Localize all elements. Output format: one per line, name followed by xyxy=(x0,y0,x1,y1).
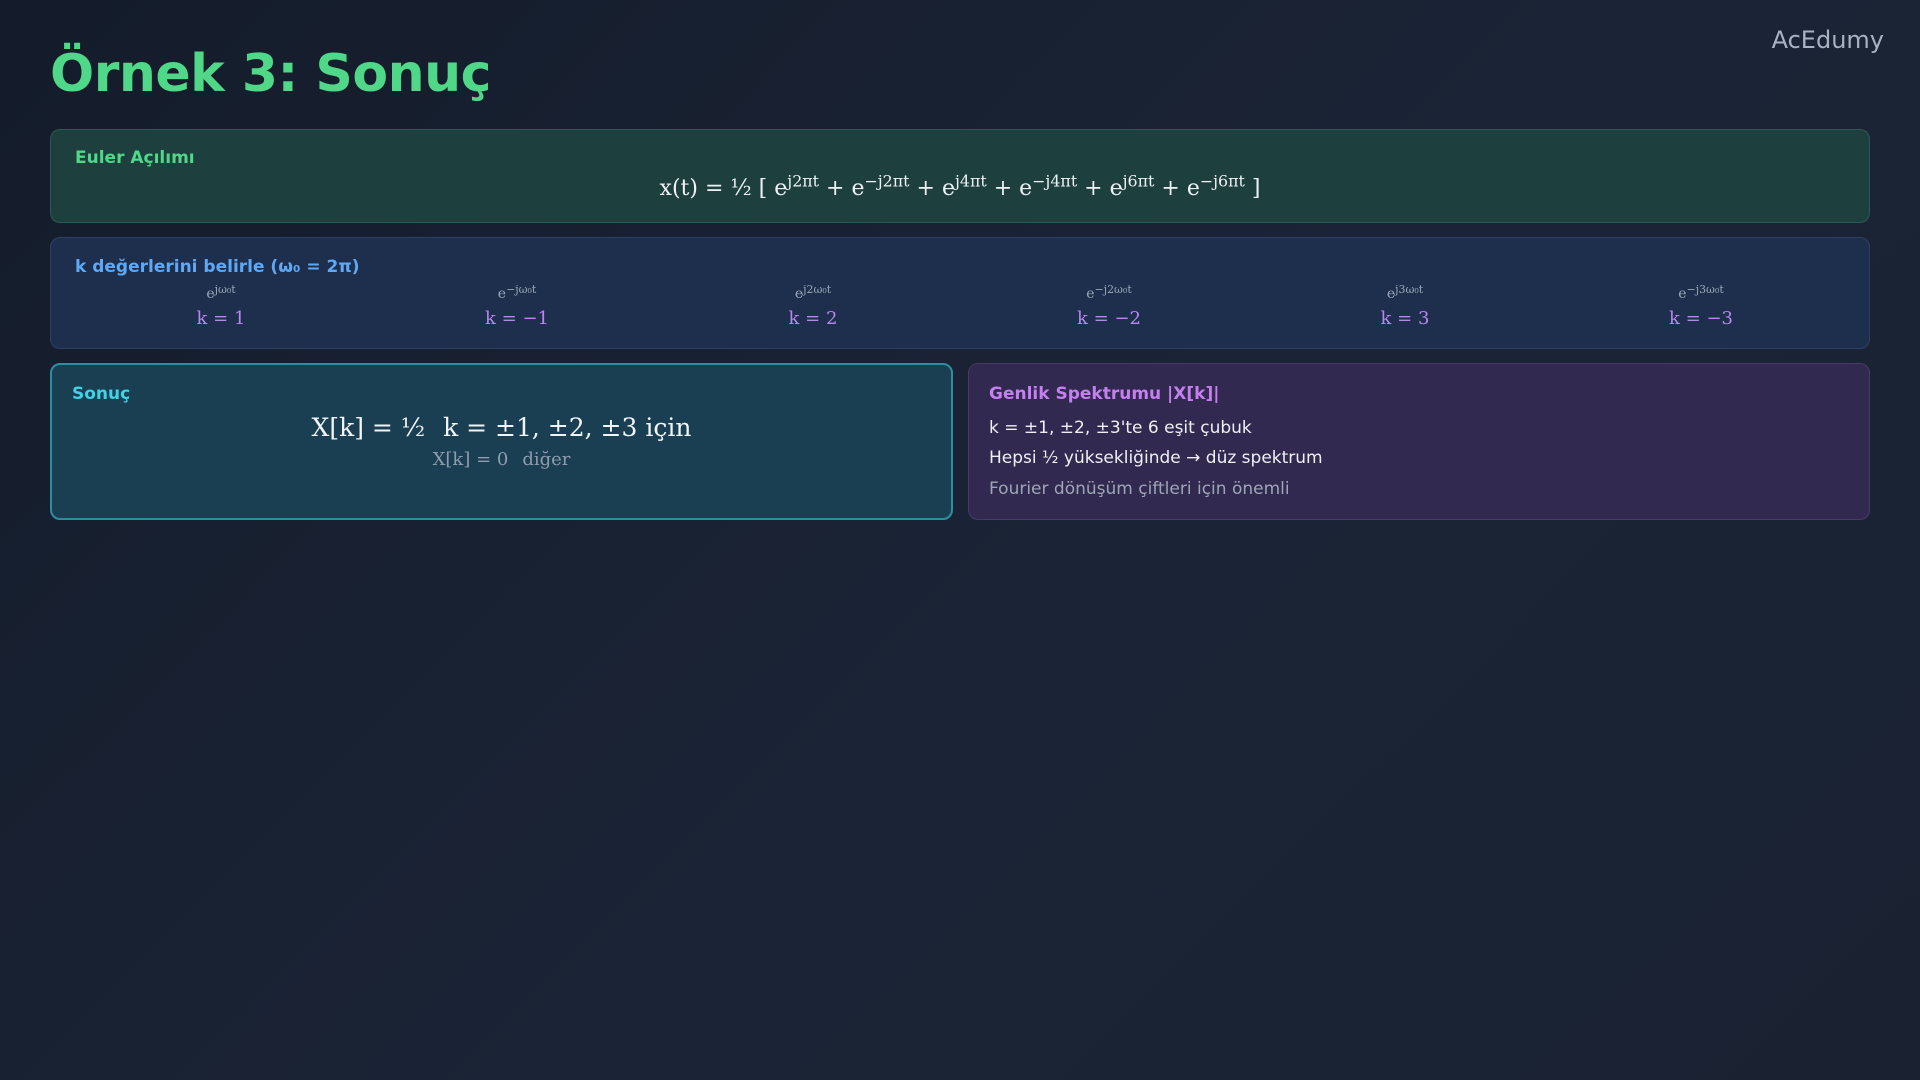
result-sub-rhs: diğer xyxy=(522,449,571,470)
euler-formula: x(t) = ½ [ ej2πt + e−j2πt + ej4πt + e−j4… xyxy=(659,171,1261,201)
euler-term: e−j4πt xyxy=(1019,171,1078,201)
k-value-item: ej2ω₀t k = 2 xyxy=(713,283,913,329)
k-exponential: e−j2ω₀t xyxy=(1086,283,1132,302)
result-card-title: Sonuç xyxy=(72,384,131,404)
euler-term: ej2πt xyxy=(774,171,820,201)
k-value-item: ej3ω₀t k = 3 xyxy=(1305,283,1505,329)
result-main-lhs: X[k] = ½ xyxy=(311,413,426,442)
k-values-card-title: k değerlerini belirle (ω₀ = 2π) xyxy=(75,257,360,277)
spectrum-line-3: Fourier dönüşüm çiftleri için önemli xyxy=(989,479,1290,499)
euler-term: e−j6πt xyxy=(1186,171,1245,201)
result-sub-formula: X[k] = 0 diğer xyxy=(52,449,951,470)
k-value: k = −1 xyxy=(485,308,549,329)
result-sub-lhs: X[k] = 0 xyxy=(432,449,509,470)
euler-expansion-card: Euler Açılımı x(t) = ½ [ ej2πt + e−j2πt … xyxy=(50,129,1870,223)
euler-card-title: Euler Açılımı xyxy=(75,148,195,168)
k-value-item: e−j3ω₀t k = −3 xyxy=(1601,283,1801,329)
result-main-formula: X[k] = ½ k = ±1, ±2, ±3 için xyxy=(52,413,951,442)
k-value: k = −3 xyxy=(1669,308,1733,329)
euler-term: ej4πt xyxy=(941,171,987,201)
k-exponential: e−j3ω₀t xyxy=(1678,283,1724,302)
result-main-rhs: k = ±1, ±2, ±3 için xyxy=(443,413,692,442)
brand-logo: AcEdumy xyxy=(1771,26,1884,54)
euler-prefix: x(t) = ½ [ xyxy=(659,176,775,201)
k-exponential: ejω₀t xyxy=(206,283,236,302)
spectrum-line-2: Hepsi ½ yüksekliğinde → düz spektrum xyxy=(989,448,1323,468)
k-exponential: ej3ω₀t xyxy=(1386,283,1424,302)
k-values-card: k değerlerini belirle (ω₀ = 2π) ejω₀t k … xyxy=(50,237,1870,349)
k-value-item: e−j2ω₀t k = −2 xyxy=(1009,283,1209,329)
k-value-item: e−jω₀t k = −1 xyxy=(417,283,617,329)
page-title: Örnek 3: Sonuç xyxy=(50,44,491,104)
k-exponential: ej2ω₀t xyxy=(794,283,832,302)
k-exponential: e−jω₀t xyxy=(497,283,537,302)
k-value: k = 1 xyxy=(196,308,246,329)
result-card: Sonuç X[k] = ½ k = ±1, ±2, ±3 için X[k] =… xyxy=(50,363,953,520)
spectrum-line-1: k = ±1, ±2, ±3'te 6 eşit çubuk xyxy=(989,418,1252,438)
amplitude-spectrum-card: Genlik Spektrumu |X[k]| k = ±1, ±2, ±3't… xyxy=(968,363,1870,520)
spectrum-card-title: Genlik Spektrumu |X[k]| xyxy=(989,384,1220,404)
k-value-item: ejω₀t k = 1 xyxy=(121,283,321,329)
k-value: k = −2 xyxy=(1077,308,1141,329)
euler-term: ej6πt xyxy=(1109,171,1155,201)
euler-term: e−j2πt xyxy=(851,171,910,201)
k-value: k = 2 xyxy=(788,308,838,329)
euler-suffix: ] xyxy=(1251,176,1261,201)
k-value: k = 3 xyxy=(1380,308,1430,329)
